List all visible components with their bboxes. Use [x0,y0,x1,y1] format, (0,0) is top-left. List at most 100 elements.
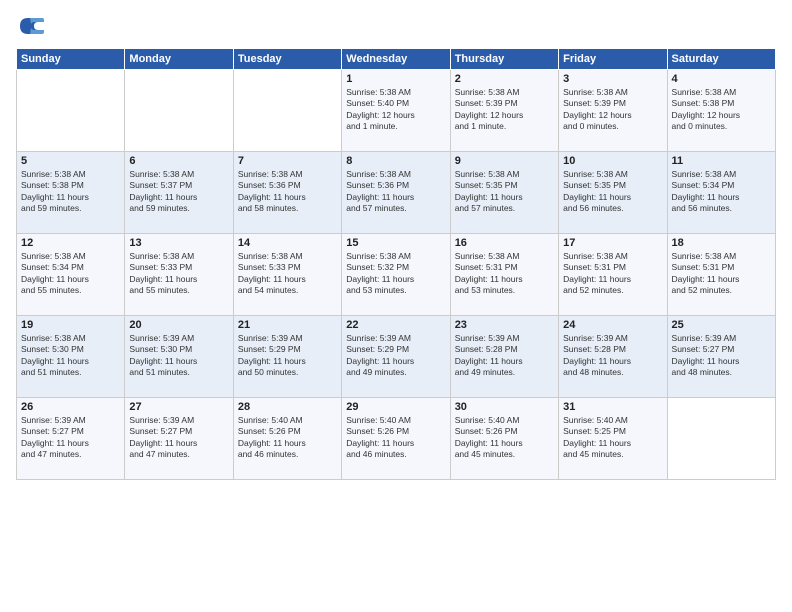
calendar-cell: 26 Sunrise: 5:39 AM Sunset: 5:27 PM Dayli… [17,398,125,480]
day-number: 14 [238,237,337,249]
calendar-cell: 3 Sunrise: 5:38 AM Sunset: 5:39 PM Daylig… [559,70,667,152]
calendar-cell: 20 Sunrise: 5:39 AM Sunset: 5:30 PM Dayli… [125,316,233,398]
cell-text: Sunrise: 5:38 AM Sunset: 5:33 PM Dayligh… [238,251,337,297]
day-number: 25 [672,319,771,331]
cell-text: Sunrise: 5:38 AM Sunset: 5:39 PM Dayligh… [563,87,662,133]
calendar-cell: 31 Sunrise: 5:40 AM Sunset: 5:25 PM Dayli… [559,398,667,480]
calendar-cell [125,70,233,152]
cell-text: Sunrise: 5:38 AM Sunset: 5:30 PM Dayligh… [21,333,120,379]
calendar-cell: 10Sunrise: 5:38 AM Sunset: 5:35 PM Dayli… [559,152,667,234]
calendar-cell: 24 Sunrise: 5:39 AM Sunset: 5:28 PM Dayli… [559,316,667,398]
weekday-monday: Monday [125,49,233,70]
cell-text: Sunrise: 5:40 AM Sunset: 5:26 PM Dayligh… [455,415,554,461]
calendar-cell: 22Sunrise: 5:39 AM Sunset: 5:29 PM Dayli… [342,316,450,398]
calendar-cell: 19 Sunrise: 5:38 AM Sunset: 5:30 PM Dayli… [17,316,125,398]
cell-text: Sunrise: 5:38 AM Sunset: 5:31 PM Dayligh… [455,251,554,297]
day-number: 17 [563,237,662,249]
weekday-thursday: Thursday [450,49,558,70]
calendar-cell: 9 Sunrise: 5:38 AM Sunset: 5:35 PM Daylig… [450,152,558,234]
weekday-tuesday: Tuesday [233,49,341,70]
cell-text: Sunrise: 5:39 AM Sunset: 5:29 PM Dayligh… [346,333,445,379]
cell-text: Sunrise: 5:39 AM Sunset: 5:27 PM Dayligh… [672,333,771,379]
day-number: 23 [455,319,554,331]
day-number: 9 [455,155,554,167]
calendar-body: 1Sunrise: 5:38 AM Sunset: 5:40 PM Daylig… [17,70,776,480]
cell-text: Sunrise: 5:39 AM Sunset: 5:27 PM Dayligh… [21,415,120,461]
cell-text: Sunrise: 5:38 AM Sunset: 5:37 PM Dayligh… [129,169,228,215]
calendar-cell: 16Sunrise: 5:38 AM Sunset: 5:31 PM Dayli… [450,234,558,316]
day-number: 18 [672,237,771,249]
day-number: 21 [238,319,337,331]
week-row-2: 12 Sunrise: 5:38 AM Sunset: 5:34 PM Dayli… [17,234,776,316]
cell-text: Sunrise: 5:38 AM Sunset: 5:34 PM Dayligh… [672,169,771,215]
calendar: SundayMondayTuesdayWednesdayThursdayFrid… [16,48,776,480]
cell-text: Sunrise: 5:38 AM Sunset: 5:36 PM Dayligh… [346,169,445,215]
cell-text: Sunrise: 5:38 AM Sunset: 5:31 PM Dayligh… [672,251,771,297]
day-number: 20 [129,319,228,331]
day-number: 10 [563,155,662,167]
cell-text: Sunrise: 5:38 AM Sunset: 5:32 PM Dayligh… [346,251,445,297]
cell-text: Sunrise: 5:38 AM Sunset: 5:40 PM Dayligh… [346,87,445,133]
logo-icon [16,12,44,40]
cell-text: Sunrise: 5:38 AM Sunset: 5:36 PM Dayligh… [238,169,337,215]
cell-text: Sunrise: 5:38 AM Sunset: 5:38 PM Dayligh… [21,169,120,215]
day-number: 5 [21,155,120,167]
calendar-cell: 28 Sunrise: 5:40 AM Sunset: 5:26 PM Dayli… [233,398,341,480]
calendar-cell: 11 Sunrise: 5:38 AM Sunset: 5:34 PM Dayli… [667,152,775,234]
calendar-cell: 6 Sunrise: 5:38 AM Sunset: 5:37 PM Daylig… [125,152,233,234]
day-number: 12 [21,237,120,249]
day-number: 24 [563,319,662,331]
cell-text: Sunrise: 5:39 AM Sunset: 5:30 PM Dayligh… [129,333,228,379]
day-number: 30 [455,401,554,413]
day-number: 3 [563,73,662,85]
day-number: 4 [672,73,771,85]
weekday-saturday: Saturday [667,49,775,70]
calendar-cell: 25 Sunrise: 5:39 AM Sunset: 5:27 PM Dayli… [667,316,775,398]
day-number: 11 [672,155,771,167]
weekday-sunday: Sunday [17,49,125,70]
day-number: 7 [238,155,337,167]
day-number: 27 [129,401,228,413]
calendar-cell: 13Sunrise: 5:38 AM Sunset: 5:33 PM Dayli… [125,234,233,316]
calendar-cell: 17Sunrise: 5:38 AM Sunset: 5:31 PM Dayli… [559,234,667,316]
calendar-cell: 8 Sunrise: 5:38 AM Sunset: 5:36 PM Daylig… [342,152,450,234]
calendar-cell: 15Sunrise: 5:38 AM Sunset: 5:32 PM Dayli… [342,234,450,316]
calendar-cell: 5 Sunrise: 5:38 AM Sunset: 5:38 PM Daylig… [17,152,125,234]
calendar-cell: 1Sunrise: 5:38 AM Sunset: 5:40 PM Daylig… [342,70,450,152]
calendar-cell [667,398,775,480]
calendar-cell: 14 Sunrise: 5:38 AM Sunset: 5:33 PM Dayli… [233,234,341,316]
cell-text: Sunrise: 5:39 AM Sunset: 5:28 PM Dayligh… [563,333,662,379]
day-number: 2 [455,73,554,85]
weekday-wednesday: Wednesday [342,49,450,70]
cell-text: Sunrise: 5:39 AM Sunset: 5:28 PM Dayligh… [455,333,554,379]
cell-text: Sunrise: 5:38 AM Sunset: 5:39 PM Dayligh… [455,87,554,133]
cell-text: Sunrise: 5:38 AM Sunset: 5:35 PM Dayligh… [455,169,554,215]
cell-text: Sunrise: 5:40 AM Sunset: 5:26 PM Dayligh… [238,415,337,461]
week-row-0: 1Sunrise: 5:38 AM Sunset: 5:40 PM Daylig… [17,70,776,152]
calendar-cell: 4Sunrise: 5:38 AM Sunset: 5:38 PM Daylig… [667,70,775,152]
day-number: 13 [129,237,228,249]
day-number: 31 [563,401,662,413]
calendar-cell [233,70,341,152]
day-number: 8 [346,155,445,167]
day-number: 26 [21,401,120,413]
calendar-cell: 27Sunrise: 5:39 AM Sunset: 5:27 PM Dayli… [125,398,233,480]
calendar-cell: 2 Sunrise: 5:38 AM Sunset: 5:39 PM Daylig… [450,70,558,152]
day-number: 28 [238,401,337,413]
header [16,12,776,40]
week-row-3: 19 Sunrise: 5:38 AM Sunset: 5:30 PM Dayli… [17,316,776,398]
calendar-cell: 23 Sunrise: 5:39 AM Sunset: 5:28 PM Dayli… [450,316,558,398]
cell-text: Sunrise: 5:40 AM Sunset: 5:25 PM Dayligh… [563,415,662,461]
cell-text: Sunrise: 5:38 AM Sunset: 5:34 PM Dayligh… [21,251,120,297]
calendar-cell [17,70,125,152]
calendar-cell: 12 Sunrise: 5:38 AM Sunset: 5:34 PM Dayli… [17,234,125,316]
day-number: 29 [346,401,445,413]
day-number: 19 [21,319,120,331]
week-row-1: 5 Sunrise: 5:38 AM Sunset: 5:38 PM Daylig… [17,152,776,234]
weekday-row: SundayMondayTuesdayWednesdayThursdayFrid… [17,49,776,70]
calendar-cell: 29Sunrise: 5:40 AM Sunset: 5:26 PM Dayli… [342,398,450,480]
week-row-4: 26 Sunrise: 5:39 AM Sunset: 5:27 PM Dayli… [17,398,776,480]
day-number: 6 [129,155,228,167]
calendar-cell: 30 Sunrise: 5:40 AM Sunset: 5:26 PM Dayli… [450,398,558,480]
weekday-friday: Friday [559,49,667,70]
